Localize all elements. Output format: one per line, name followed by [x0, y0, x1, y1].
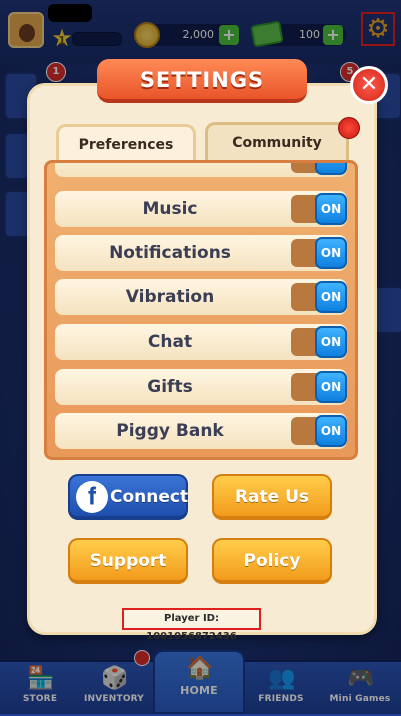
close-button[interactable]: ✕	[350, 66, 388, 104]
toggle-state: ON	[315, 237, 347, 269]
partial-toggle-knob: ON	[315, 163, 347, 175]
toggle-row-gifts: Gifts ON	[55, 369, 347, 405]
toggle-label: Notifications	[109, 243, 231, 263]
partial-toggle[interactable]: ON	[291, 163, 347, 175]
facebook-icon: f	[76, 481, 108, 513]
toggle-row-notifications: Notifications ON	[55, 235, 347, 271]
toggle-state: ON	[315, 415, 347, 447]
toggle-state: ON	[315, 371, 347, 403]
tab-preferences[interactable]: Preferences	[56, 124, 196, 164]
facebook-connect-button[interactable]: f Connect	[68, 474, 188, 520]
vibration-toggle[interactable]: ON	[291, 281, 347, 313]
toggle-state: ON	[315, 326, 347, 358]
toggle-row-chat: Chat ON	[55, 324, 347, 360]
preferences-list[interactable]: ON Music ON Notifications ON Vibration O…	[44, 160, 358, 460]
notifications-toggle[interactable]: ON	[291, 237, 347, 269]
chat-toggle[interactable]: ON	[291, 326, 347, 358]
toggle-state: ON	[315, 193, 347, 225]
player-id: Player ID: 1001056872436	[122, 608, 261, 642]
toggle-label: Piggy Bank	[116, 421, 224, 441]
piggy-bank-toggle[interactable]: ON	[291, 415, 347, 447]
rate-us-button[interactable]: Rate Us	[212, 474, 332, 520]
toggle-row-piggy-bank: Piggy Bank ON	[55, 413, 347, 449]
toggle-state: ON	[315, 281, 347, 313]
community-notification-dot	[338, 117, 360, 139]
toggle-label: Chat	[147, 332, 193, 352]
support-button[interactable]: Support	[68, 538, 188, 584]
music-toggle[interactable]: ON	[291, 193, 347, 225]
toggle-row-music: Music ON	[55, 191, 347, 227]
toggle-label: Vibration	[125, 287, 215, 307]
toggle-label: Gifts	[147, 377, 193, 397]
tab-community[interactable]: Community	[205, 122, 349, 160]
gifts-toggle[interactable]: ON	[291, 371, 347, 403]
toggle-row-partial: ON	[55, 163, 347, 177]
close-icon: ✕	[359, 72, 379, 97]
toggle-label: Music	[142, 199, 198, 219]
settings-title: SETTINGS	[97, 59, 307, 103]
connect-label: Connect	[110, 487, 189, 507]
policy-button[interactable]: Policy	[212, 538, 332, 584]
toggle-row-vibration: Vibration ON	[55, 279, 347, 315]
